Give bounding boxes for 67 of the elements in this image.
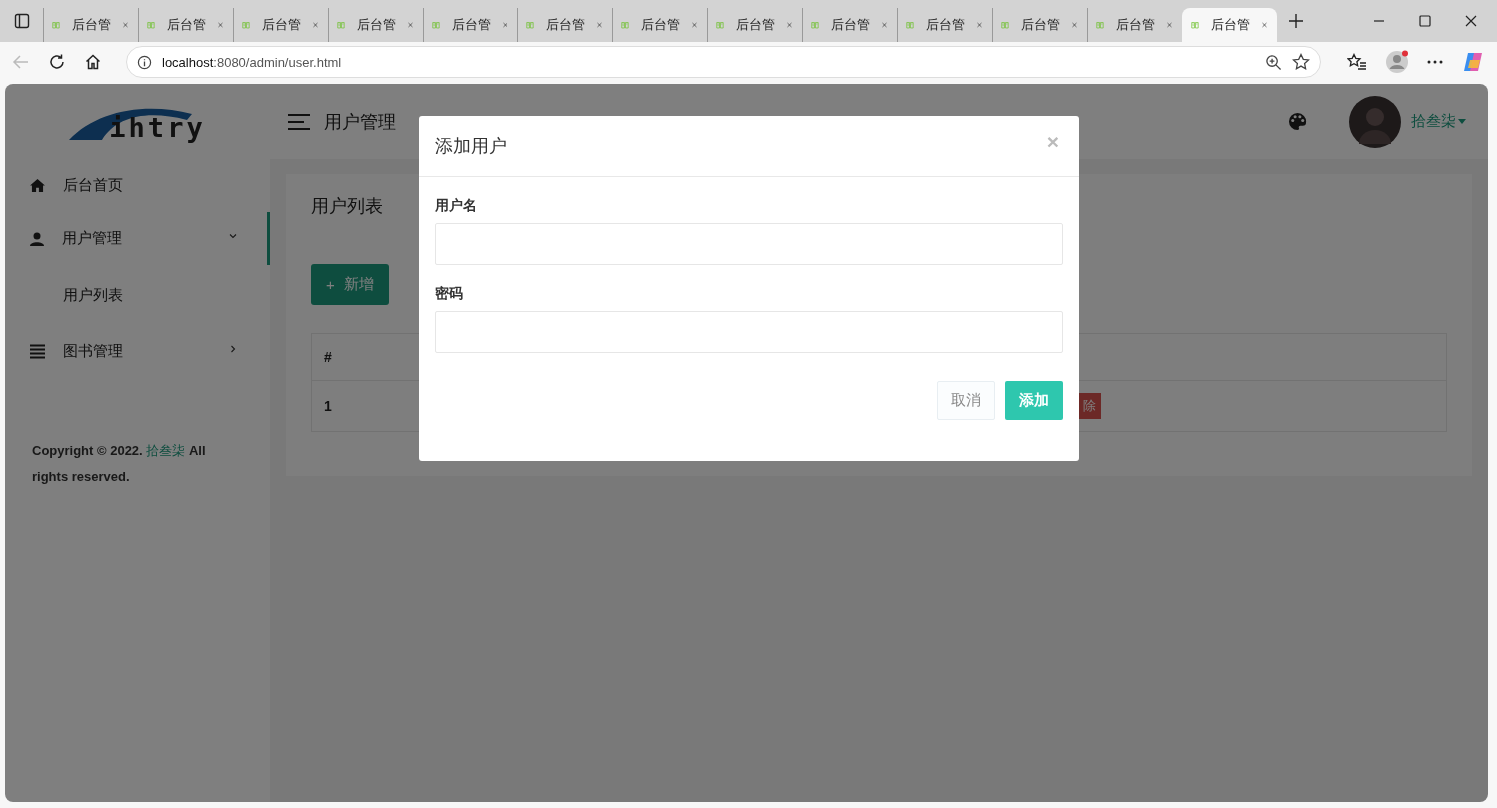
tab-title: 后台管	[71, 16, 111, 34]
palette-icon[interactable]	[1288, 112, 1307, 131]
new-tab-icon[interactable]	[1288, 14, 1303, 28]
browser-tab[interactable]: 后台管	[1086, 8, 1182, 42]
table-cell: 1	[324, 398, 332, 414]
tab-title: 后台管	[166, 16, 206, 34]
browser-tab[interactable]: 后台管	[1181, 8, 1277, 42]
url-text: localhost:8080/admin/user.html	[162, 54, 342, 70]
page-title: 用户管理	[324, 110, 396, 134]
tab-title: 后台管	[831, 16, 871, 34]
home-icon[interactable]	[84, 53, 102, 71]
field-label: 密码	[435, 285, 464, 303]
caret-icon	[1458, 119, 1466, 124]
close-icon[interactable]	[1465, 15, 1477, 27]
browser-tab[interactable]: 后台管	[43, 8, 138, 42]
home-icon	[30, 179, 45, 192]
info-icon[interactable]	[137, 54, 152, 70]
tab-title: 后台管	[356, 16, 396, 34]
field-label: 用户名	[435, 197, 478, 215]
more-icon[interactable]	[1427, 60, 1443, 64]
browser-tab[interactable]: 后台管	[517, 8, 613, 42]
browser-tab[interactable]: 后台管	[991, 8, 1087, 42]
chevron-right-icon	[229, 344, 237, 353]
copilot-icon[interactable]	[1461, 50, 1485, 74]
user-icon	[30, 231, 44, 246]
menu-icon[interactable]	[288, 113, 310, 130]
tab-title: 后台管	[451, 16, 491, 34]
tab-title: 后台管	[546, 16, 586, 34]
card-title: 用户列表	[311, 195, 383, 218]
tab-title: 后台管	[925, 16, 965, 34]
address-bar[interactable]: localhost:8080/admin/user.html	[126, 46, 1321, 78]
browser-tab[interactable]: 后台管	[612, 8, 708, 42]
reload-icon[interactable]	[48, 53, 66, 71]
tab-title: 后台管	[736, 16, 776, 34]
sidebar-item[interactable]: 图书管理	[5, 325, 270, 378]
sidebar-item[interactable]: 用户管理	[5, 212, 270, 265]
browser-tab[interactable]: 后台管	[707, 8, 803, 42]
browser-tab[interactable]: 后台管	[897, 8, 992, 42]
input-field[interactable]	[435, 311, 1063, 353]
input-field[interactable]	[435, 223, 1063, 265]
tab-title: 后台管	[1210, 16, 1250, 34]
browser-tab[interactable]: 后台管	[327, 8, 423, 42]
avatar[interactable]	[1349, 95, 1401, 148]
maximize-icon[interactable]	[1419, 15, 1431, 27]
tab-actions-icon[interactable]	[14, 13, 30, 29]
zoom-icon[interactable]	[1265, 53, 1282, 71]
logo: ihtry	[5, 84, 270, 159]
cancel-button[interactable]: 取消	[937, 381, 995, 420]
tab-title: 后台管	[1020, 16, 1060, 34]
browser-tab[interactable]: 后台管	[422, 8, 518, 42]
favorites-icon[interactable]	[1347, 53, 1367, 71]
tab-title: 后台管	[261, 16, 301, 34]
browser-tab[interactable]: 后台管	[802, 8, 897, 42]
browser-tab[interactable]: 后台管	[137, 8, 233, 42]
chevron-down-icon	[229, 231, 237, 240]
dialog-title: 添加用户	[435, 135, 507, 158]
sidebar-subitem[interactable]: 用户列表	[5, 265, 270, 325]
tab-title: 后台管	[1115, 16, 1155, 34]
list-icon	[30, 344, 45, 359]
sidebar-item[interactable]: 后台首页	[5, 159, 270, 212]
tab-title: 后台管	[641, 16, 681, 34]
browser-tab[interactable]: 后台管	[232, 8, 328, 42]
copyright-text: Copyright © 2022. 拾叁柒 All rights reserved.	[32, 442, 207, 486]
back-icon[interactable]	[12, 53, 30, 71]
profile-icon[interactable]	[1385, 50, 1409, 74]
star-icon[interactable]	[1292, 53, 1310, 71]
column-header: #	[324, 349, 332, 365]
